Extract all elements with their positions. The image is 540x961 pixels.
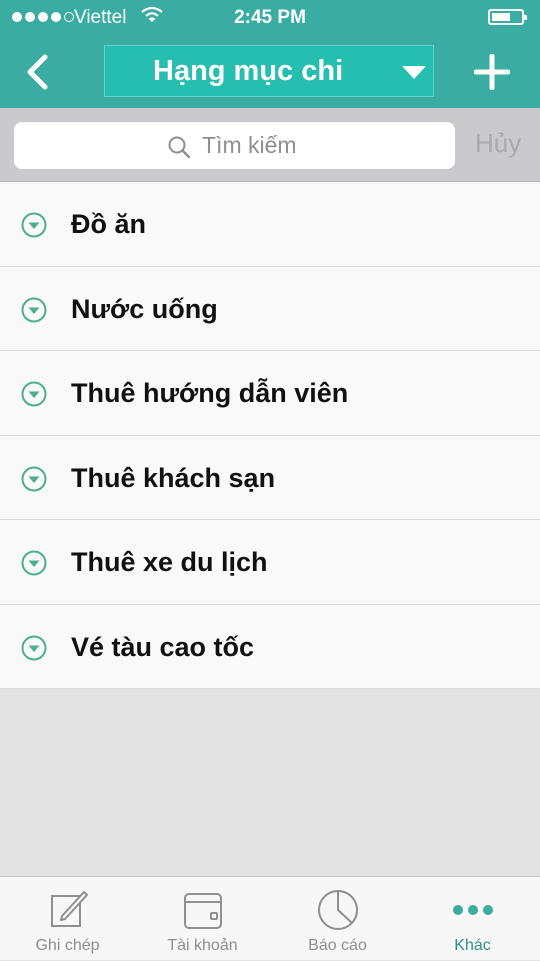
category-item[interactable]: Thuê xe du lịch (0, 520, 540, 605)
expand-chevron-icon[interactable] (21, 550, 47, 576)
search-icon (168, 136, 191, 159)
tab-khac[interactable]: Khác (405, 877, 540, 961)
header-bar: Viettel 2:45 PM Hạng mục chi (0, 0, 540, 108)
status-bar: Viettel 2:45 PM (0, 0, 540, 36)
back-button[interactable] (20, 52, 56, 92)
category-item[interactable]: Nước uống (0, 266, 540, 351)
tab-ghi-chep[interactable]: Ghi chép (0, 877, 135, 961)
category-label: Đồ ăn (71, 209, 147, 239)
expand-chevron-icon[interactable] (21, 381, 47, 407)
search-input[interactable]: Tìm kiếm (14, 122, 455, 169)
expand-chevron-icon[interactable] (21, 635, 47, 661)
tab-bar: Ghi chép Tài khoản Báo cáo Khác (0, 876, 540, 960)
category-item[interactable]: Đồ ăn (0, 182, 540, 267)
category-label: Nước uống (71, 293, 218, 324)
wallet-icon (183, 893, 222, 929)
tab-label: Ghi chép (35, 937, 100, 954)
add-category-button[interactable] (474, 54, 510, 90)
expand-chevron-icon[interactable] (21, 212, 47, 238)
category-label: Thuê khách sạn (71, 462, 276, 493)
tab-label: Tài khoản (167, 937, 238, 954)
more-icon (452, 905, 493, 915)
category-list: Đồ ăn Nước uống Thuê hướng dẫn viên Thuê… (0, 182, 540, 689)
tab-label: Khác (454, 937, 491, 954)
category-item[interactable]: Thuê khách sạn (0, 435, 540, 520)
category-item[interactable]: Thuê hướng dẫn viên (0, 351, 540, 436)
category-item[interactable]: Vé tàu cao tốc (0, 604, 540, 689)
expand-chevron-icon[interactable] (21, 466, 47, 492)
page-title: Hạng mục chi (153, 55, 344, 87)
cancel-search-button[interactable]: Hủy (475, 128, 521, 159)
category-label: Vé tàu cao tốc (71, 631, 255, 662)
status-time: 2:45 PM (234, 7, 306, 28)
battery-icon (488, 9, 527, 25)
category-type-dropdown[interactable]: Hạng mục chi (104, 45, 434, 97)
search-bar: Tìm kiếm Hủy (0, 108, 540, 182)
category-label: Thuê xe du lịch (71, 547, 268, 577)
expand-chevron-icon[interactable] (21, 297, 47, 323)
tab-label: Báo cáo (308, 937, 367, 954)
search-placeholder: Tìm kiếm (202, 132, 297, 158)
tab-bao-cao[interactable]: Báo cáo (270, 877, 405, 961)
category-label: Thuê hướng dẫn viên (71, 378, 349, 408)
tab-tai-khoan[interactable]: Tài khoản (135, 877, 270, 961)
caret-down-icon (402, 66, 426, 79)
pie-chart-icon (317, 890, 358, 930)
edit-icon (50, 891, 88, 927)
